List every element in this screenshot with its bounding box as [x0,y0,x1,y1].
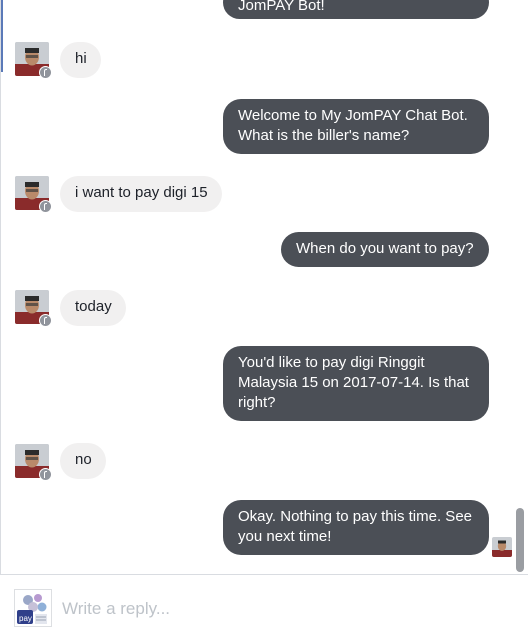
message-text: i want to pay digi 15 [75,184,208,201]
message-line: Malaysia 15 on 2017-07-14. Is that [238,374,469,391]
reply-input[interactable] [60,595,504,623]
message-line: You'd like to pay digi Ringgit [238,354,425,371]
jompay-page-icon: pay [14,589,52,627]
facebook-badge-icon [39,200,52,213]
facebook-badge-icon [39,66,52,79]
scrollbar[interactable] [516,0,528,574]
bot-message: You'd like to pay digi Ringgit Malaysia … [223,346,489,421]
scrollbar-thumb[interactable] [516,508,524,572]
page-thumb-label: pay [19,614,32,623]
message-text: no [75,451,92,468]
message-line: you next time! [238,528,332,545]
bot-message: Welcome to My JomPAY Chat Bot. What is t… [223,99,489,154]
message-line: Okay. Nothing to pay this time. See [238,508,473,525]
message-text: today [75,298,112,315]
facebook-badge-icon [39,314,52,327]
bot-message: Okay. Nothing to pay this time. See you … [223,500,489,555]
message-text: hi [75,50,87,67]
message-line: Welcome to My JomPAY Chat Bot. [238,107,468,124]
thread-accent-bar [1,0,3,72]
user-message: hi [60,42,101,78]
read-receipt-avatar-icon [492,537,512,557]
user-message: today [60,290,126,326]
chat-thread[interactable]: JomPAY Bot! hi Welcome to My JomPAY Chat… [0,0,528,574]
bot-message: When do you want to pay? [281,232,489,267]
user-message: no [60,443,106,479]
facebook-badge-icon [39,468,52,481]
message-line: right? [238,394,276,411]
message-text: JomPAY Bot! [238,0,325,14]
message-text: When do you want to pay? [296,240,474,257]
bot-message: JomPAY Bot! [223,0,489,19]
user-message: i want to pay digi 15 [60,176,222,212]
reply-composer: pay [0,574,528,641]
message-line: What is the biller's name? [238,127,410,144]
